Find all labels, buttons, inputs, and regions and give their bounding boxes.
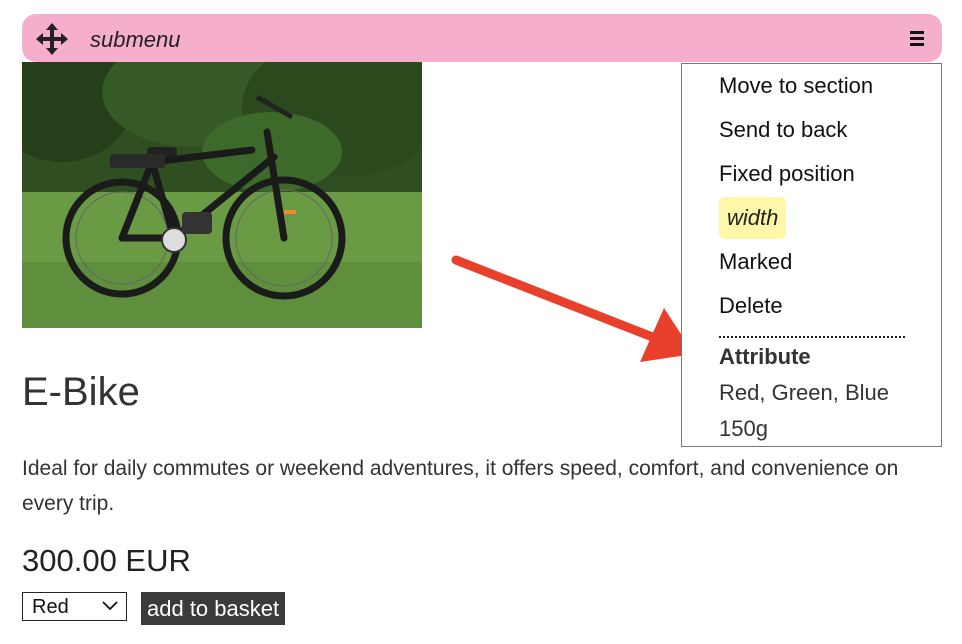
product-price: 300.00 EUR	[22, 543, 191, 578]
product-title: E-Bike	[22, 370, 140, 414]
annotation-arrow	[451, 255, 694, 362]
submenu-bar: submenu	[22, 14, 942, 62]
menu-item-fixed-position[interactable]: Fixed position	[719, 161, 855, 187]
attribute-value-weight: 150g	[719, 416, 768, 441]
menu-item-move-to-section[interactable]: Move to section	[719, 73, 873, 99]
menu-divider	[719, 336, 905, 338]
hamburger-menu-icon[interactable]	[910, 31, 924, 47]
move-arrows-icon[interactable]	[36, 23, 68, 55]
menu-item-width[interactable]: width	[719, 197, 787, 239]
menu-item-send-to-back[interactable]: Send to back	[719, 117, 847, 143]
attribute-heading: Attribute	[719, 344, 811, 369]
product-image	[22, 62, 422, 328]
color-select-value: Red	[32, 596, 69, 618]
submenu-title: submenu	[90, 27, 181, 52]
menu-item-marked[interactable]: Marked	[719, 249, 792, 275]
attribute-value-colors: Red, Green, Blue	[719, 380, 889, 405]
chevron-down-icon	[102, 601, 118, 611]
color-select[interactable]: Red	[22, 592, 127, 621]
menu-item-delete[interactable]: Delete	[719, 293, 783, 319]
add-to-basket-button[interactable]: add to basket	[141, 592, 286, 625]
context-menu: Move to section Send to back Fixed posit…	[681, 63, 942, 447]
product-description: Ideal for daily commutes or weekend adve…	[22, 457, 899, 515]
